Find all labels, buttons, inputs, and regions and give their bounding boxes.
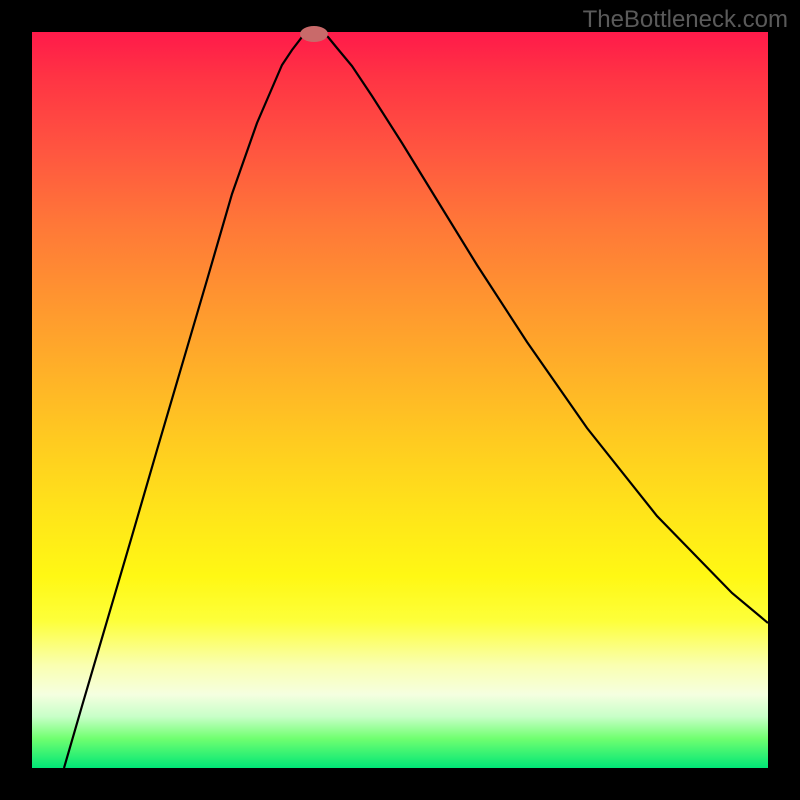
- watermark-text: TheBottleneck.com: [583, 6, 788, 34]
- plot-area: [32, 32, 768, 768]
- minimum-marker: [300, 26, 328, 42]
- curve-right-branch: [322, 33, 768, 623]
- curve-layer: [32, 32, 768, 768]
- curve-left-branch: [64, 33, 306, 768]
